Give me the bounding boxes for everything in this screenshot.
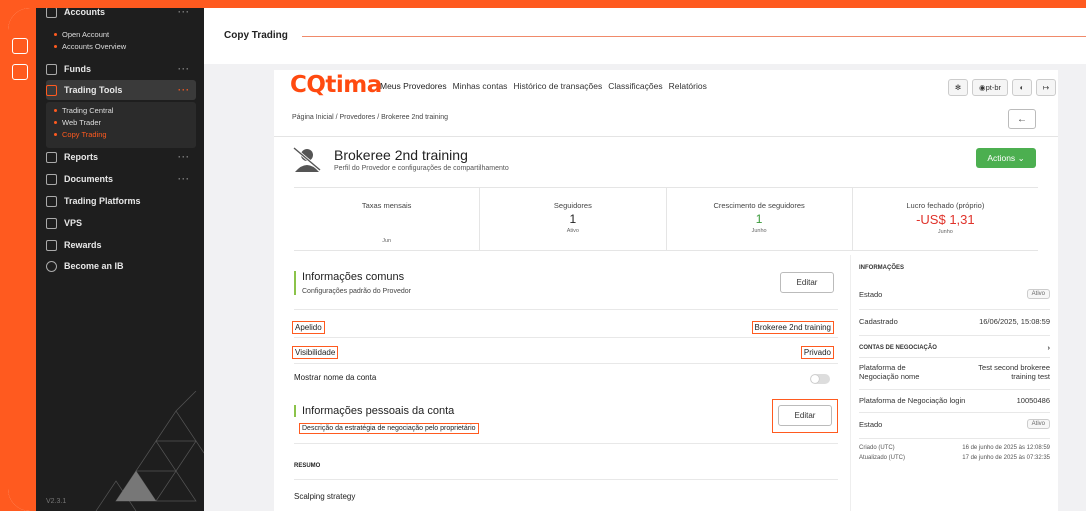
strategy-description-label: Descrição da estratégia de negociação pe…: [299, 423, 479, 434]
sidebar-item-label: Become an IB: [64, 261, 124, 271]
common-info-section: Informações comuns Configurações padrão …: [294, 271, 411, 295]
platform-login-row: Plataforma de Negociação login 10050486: [859, 396, 1050, 405]
created-row: Criado (UTC) 16 de junho de 2025 às 12:0…: [859, 445, 1050, 451]
nickname-label: Apelido: [292, 321, 325, 334]
stat-closed-profit: Lucro fechado (próprio) -US$ 1,31 Junho: [851, 188, 1038, 250]
sidebar-item-rewards[interactable]: Rewards: [46, 235, 196, 255]
updated-row: Atualizado (UTC) 17 de junho de 2025 às …: [859, 455, 1050, 461]
trading-tools-icon: [46, 84, 57, 96]
app-icon[interactable]: [12, 64, 28, 80]
show-account-name-label: Mostrar nome da conta: [294, 373, 377, 382]
stat-followers: Seguidores 1 Ativo: [479, 188, 665, 250]
account-state-row: Estado Ativo: [859, 419, 1050, 429]
visibility-value: Privado: [800, 346, 834, 359]
app-frame: Accounts ··· Open Account Accounts Overv…: [8, 8, 1086, 511]
nav-link-minhas-contas[interactable]: Minhas contas: [453, 81, 508, 91]
stat-follower-growth: Crescimento de seguidores 1 Junho: [665, 188, 852, 250]
trading-accounts-header[interactable]: CONTAS DE NEGOCIAÇÃO ›: [859, 343, 1050, 352]
page-title: Copy Trading: [224, 30, 288, 41]
edit-common-button[interactable]: Editar: [780, 272, 834, 293]
section-title: Informações comuns: [302, 271, 405, 283]
nav-link-historico[interactable]: Histórico de transações: [513, 81, 602, 91]
nav-link-relatorios[interactable]: Relatórios: [669, 81, 707, 91]
stats-row: Taxas mensais Jun Seguidores 1 Ativo Cre…: [294, 187, 1038, 251]
sidebar-item-trading-platforms[interactable]: Trading Platforms: [46, 191, 196, 211]
platforms-icon: [46, 195, 57, 207]
info-registered-row: Cadastrado 16/06/2025, 15:08:59: [859, 317, 1050, 326]
logout-icon[interactable]: ↦: [1036, 79, 1056, 96]
info-caption: INFORMAÇÕES: [859, 265, 904, 271]
chevron-down-icon: ⌄: [1017, 152, 1025, 163]
language-button[interactable]: ◉ pt-br: [972, 79, 1008, 96]
icon-strip: [8, 8, 36, 511]
platform-name-row: Plataforma de Negociação nome Test second…: [859, 363, 1050, 381]
summary-value: Scalping strategy: [294, 492, 356, 501]
section-subtitle: Configurações padrão do Provedor: [302, 288, 411, 295]
sidebar-item-accounts[interactable]: Accounts ···: [46, 8, 196, 22]
breadcrumb[interactable]: Página Inicial / Provedores / Brokeree 2…: [292, 114, 448, 121]
nav-link-meus-provedores[interactable]: Meus Provedores: [380, 81, 447, 91]
status-badge: Ativo: [1026, 289, 1050, 299]
sidebar-item-funds[interactable]: Funds ···: [46, 59, 196, 79]
sidebar-item-become-ib[interactable]: Become an IB: [46, 256, 196, 276]
provider-name: Brokeree 2nd training: [334, 147, 468, 163]
accounts-icon: [46, 8, 57, 18]
chevron-right-icon: ›: [1047, 343, 1051, 352]
title-divider: [302, 36, 1086, 37]
show-account-name-toggle[interactable]: [810, 374, 830, 384]
sidebar-item-label: Rewards: [64, 240, 102, 250]
sidebar-item-label: Reports: [64, 152, 99, 162]
theme-toggle-icon[interactable]: ◐: [1012, 79, 1032, 96]
sidebar-subitem-open-account[interactable]: Open Account: [54, 30, 109, 39]
provider-nav: CQtima Meus Provedores Minhas contas His…: [274, 70, 1058, 100]
top-bar: Copy Trading: [204, 8, 1086, 64]
sidebar-item-label: Documents: [64, 174, 114, 184]
back-arrow-icon[interactable]: ←: [1008, 109, 1036, 129]
vps-icon: [46, 217, 57, 229]
funds-icon: [46, 63, 57, 75]
sidebar-subitem-copy-trading[interactable]: Copy Trading: [54, 130, 107, 139]
sidebar-subitem-web-trader[interactable]: Web Trader: [54, 118, 101, 127]
sidebar-item-vps[interactable]: VPS: [46, 213, 196, 233]
sidebar-item-label: VPS: [64, 218, 83, 228]
settings-icon[interactable]: ✻: [948, 79, 968, 96]
main-area: Copy Trading CQtima Meus Provedores Minh…: [204, 8, 1086, 511]
edit-personal-button[interactable]: Editar: [778, 405, 832, 426]
visibility-label: Visibilidade: [292, 346, 339, 359]
stat-monthly-fees: Taxas mensais Jun: [361, 201, 412, 244]
provider-subtitle: Perfil do Provedor e configurações de co…: [334, 165, 509, 172]
provider-card: CQtima Meus Provedores Minhas contas His…: [274, 70, 1058, 511]
sidebar-item-label: Accounts: [64, 8, 106, 17]
nav-links: Meus Provedores Minhas contas Histórico …: [380, 81, 707, 91]
sidebar: Accounts ··· Open Account Accounts Overv…: [36, 8, 204, 511]
ib-icon: [46, 260, 57, 272]
status-badge: Ativo: [1026, 419, 1050, 429]
version-label: V2.3.1: [46, 498, 67, 505]
sidebar-item-label: Funds: [64, 64, 91, 74]
personal-info-section: Informações pessoais da conta: [294, 405, 454, 417]
sidebar-item-label: Trading Tools: [64, 85, 123, 95]
sidebar-item-trading-tools[interactable]: Trading Tools ···: [46, 80, 196, 100]
reports-icon: [46, 151, 57, 163]
sidebar-subitem-trading-central[interactable]: Trading Central: [54, 106, 113, 115]
sidebar-item-reports[interactable]: Reports ···: [46, 147, 196, 167]
sidebar-subitem-accounts-overview[interactable]: Accounts Overview: [54, 42, 126, 51]
nav-link-classificacoes[interactable]: Classificações: [608, 81, 662, 91]
app-icon[interactable]: [12, 38, 28, 54]
summary-caption: RESUMO: [294, 463, 321, 469]
user-hidden-icon: [293, 146, 321, 172]
info-state-row: Estado Ativo: [859, 289, 1050, 299]
section-title: Informações pessoais da conta: [302, 405, 455, 417]
nickname-value: Brokeree 2nd training: [751, 321, 834, 334]
sidebar-item-documents[interactable]: Documents ···: [46, 169, 196, 189]
sidebar-item-label: Trading Platforms: [64, 196, 141, 206]
rewards-icon: [46, 239, 57, 251]
decorative-pattern: [95, 391, 204, 511]
documents-icon: [46, 173, 57, 185]
actions-button[interactable]: Actions ⌄: [976, 148, 1036, 168]
brand-logo[interactable]: CQtima: [290, 72, 382, 98]
info-panel: INFORMAÇÕES Estado Ativo Cadastrado 16/0…: [850, 255, 1058, 511]
